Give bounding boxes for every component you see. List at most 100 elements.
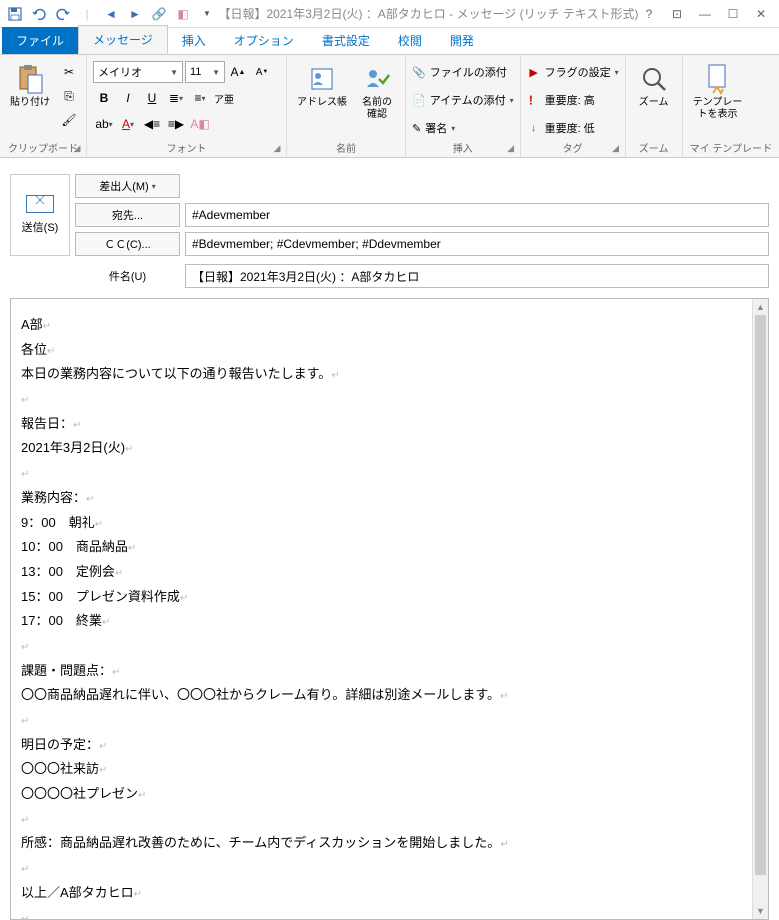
tab-file[interactable]: ファイル [2,27,78,54]
font-name-value: メイリオ [98,64,142,80]
names-group-label: 名前 [287,140,405,155]
signature-button[interactable]: ✎署名▾ [412,117,514,139]
window-title: 【日報】2021年3月2日(火) ：A部タカヒロ - メッセージ (リッチ テキ… [218,5,639,22]
indent-icon[interactable]: ≡▶ [165,113,187,135]
from-button[interactable]: 差出人(M) ▾ [75,174,180,198]
importance-high-label: 重要度: 高 [545,92,595,108]
copy-icon[interactable]: ⎘ [58,85,80,107]
ribbon-tabs: ファイル メッセージ 挿入 オプション 書式設定 校閲 開発 [0,28,779,54]
ribbon-collapse-icon[interactable]: ˆ [763,141,777,155]
importance-high-icon: ！ [527,92,541,108]
tab-message[interactable]: メッセージ [78,25,168,54]
shrink-font-icon[interactable]: A▼ [251,61,273,83]
importance-low-icon: ↓ [527,122,541,134]
ribbon-toggle-icon[interactable]: ⊡ [667,4,687,24]
from-label: 差出人(M) [99,178,149,194]
undo-icon[interactable] [28,3,50,25]
body-line: 〇〇〇社来訪 [21,761,99,776]
group-tags: ▶フラグの設定▾ ！重要度: 高 ↓重要度: 低 タグ ◢ [521,55,626,157]
cc-field[interactable] [185,232,769,256]
to-field[interactable] [185,203,769,227]
envelope-icon [26,195,54,213]
addressbook-button[interactable]: アドレス帳 [293,61,351,111]
paperclip-icon: 📎 [412,66,426,79]
flag-label: フラグの設定 [545,64,611,80]
body-line: 10：00 商品納品 [21,539,128,554]
body-line: 13：00 定例会 [21,564,115,579]
send-label: 送信(S) [22,219,59,235]
maximize-icon[interactable]: ☐ [723,4,743,24]
checknames-button[interactable]: 名前の 確認 [355,61,399,123]
to-button[interactable]: 宛先... [75,203,180,227]
scroll-up-icon[interactable]: ▲ [753,299,768,315]
close-icon[interactable]: ✕ [751,4,771,24]
eraser-icon[interactable]: ◧ [172,3,194,25]
ruby-icon[interactable]: ア亜 [213,87,235,109]
ribbon: 貼り付け ✂ ⎘ 🖌 クリップボード ◢ メイリオ▼ 11▼ A▲ A▼ B [0,54,779,158]
send-button[interactable]: 送信(S) [10,174,70,256]
previous-icon[interactable]: ◄ [100,3,122,25]
paste-icon [14,63,46,95]
font-size-select[interactable]: 11▼ [185,61,225,83]
scroll-thumb[interactable] [755,315,766,875]
tags-launcher-icon[interactable]: ◢ [609,141,623,155]
window-controls: ? ⊡ — ☐ ✕ [639,4,775,24]
grow-font-icon[interactable]: A▲ [227,61,249,83]
checknames-icon [361,63,393,95]
importance-low-button[interactable]: ↓ 重要度: 低 [527,117,619,139]
importance-high-button[interactable]: ！重要度: 高 [527,89,619,111]
addressbook-label: アドレス帳 [297,97,347,109]
minimize-icon[interactable]: — [695,4,715,24]
group-clipboard: 貼り付け ✂ ⎘ 🖌 クリップボード ◢ [0,55,87,157]
addressbook-icon [306,63,338,95]
format-painter-icon[interactable]: 🖌 [58,109,80,131]
next-icon[interactable]: ► [124,3,146,25]
vertical-scrollbar[interactable]: ▲ ▼ [752,299,768,919]
message-body[interactable]: A部↵ 各位↵ 本日の業務内容について以下の通り報告いたします。↵ ↵ 報告日：… [11,299,768,919]
tab-developer[interactable]: 開発 [436,27,488,54]
bold-button[interactable]: B [93,87,115,109]
qat-customize-icon[interactable]: ▼ [196,3,218,25]
subject-field[interactable] [185,264,769,288]
italic-button[interactable]: I [117,87,139,109]
tab-options[interactable]: オプション [220,27,308,54]
body-line: 以上／A部タカヒロ [21,885,134,900]
tab-review[interactable]: 校閲 [384,27,436,54]
paste-button[interactable]: 貼り付け [6,61,54,111]
outdent-icon[interactable]: ◀≡ [141,113,163,135]
group-include: 📎ファイルの添付 📄アイテムの添付▾ ✎署名▾ 挿入 ◢ [406,55,521,157]
help-icon[interactable]: ? [639,4,659,24]
group-templates: テンプレー トを表示 マイ テンプレート ˆ [683,55,779,157]
tab-format[interactable]: 書式設定 [308,27,384,54]
qat-divider: | [76,3,98,25]
font-name-select[interactable]: メイリオ▼ [93,61,183,83]
templates-label: テンプレー トを表示 [693,97,743,121]
cut-icon[interactable]: ✂ [58,61,80,83]
save-icon[interactable] [4,3,26,25]
attach-item-button[interactable]: 📄アイテムの添付▾ [412,89,514,111]
scroll-down-icon[interactable]: ▼ [753,903,768,919]
cc-button[interactable]: ＣＣ(C)... [75,232,180,256]
show-templates-button[interactable]: テンプレー トを表示 [689,61,747,123]
underline-button[interactable]: U [141,87,163,109]
tab-insert[interactable]: 挿入 [168,27,220,54]
clear-format-icon[interactable]: A◧ [189,113,211,135]
link-icon[interactable]: 🔗 [148,3,170,25]
zoom-button[interactable]: ズーム [632,61,676,111]
message-body-wrap: A部↵ 各位↵ 本日の業務内容について以下の通り報告いたします。↵ ↵ 報告日：… [10,298,769,920]
body-line: 明日の予定： [21,737,99,752]
attach-file-button[interactable]: 📎ファイルの添付 [412,61,514,83]
font-color-icon[interactable]: A▾ [117,113,139,135]
highlight-icon[interactable]: ab▾ [93,113,115,135]
attach-item-label: アイテムの添付 [430,92,506,108]
clipboard-launcher-icon[interactable]: ◢ [70,141,84,155]
bullets-icon[interactable]: ≣▾ [165,87,187,109]
redo-icon[interactable] [52,3,74,25]
include-launcher-icon[interactable]: ◢ [504,141,518,155]
attach-item-icon: 📄 [412,94,426,107]
importance-low-label: 重要度: 低 [545,120,595,136]
flag-button[interactable]: ▶フラグの設定▾ [527,61,619,83]
font-size-value: 11 [190,66,201,78]
numbering-icon[interactable]: ≡▾ [189,87,211,109]
font-launcher-icon[interactable]: ◢ [270,141,284,155]
